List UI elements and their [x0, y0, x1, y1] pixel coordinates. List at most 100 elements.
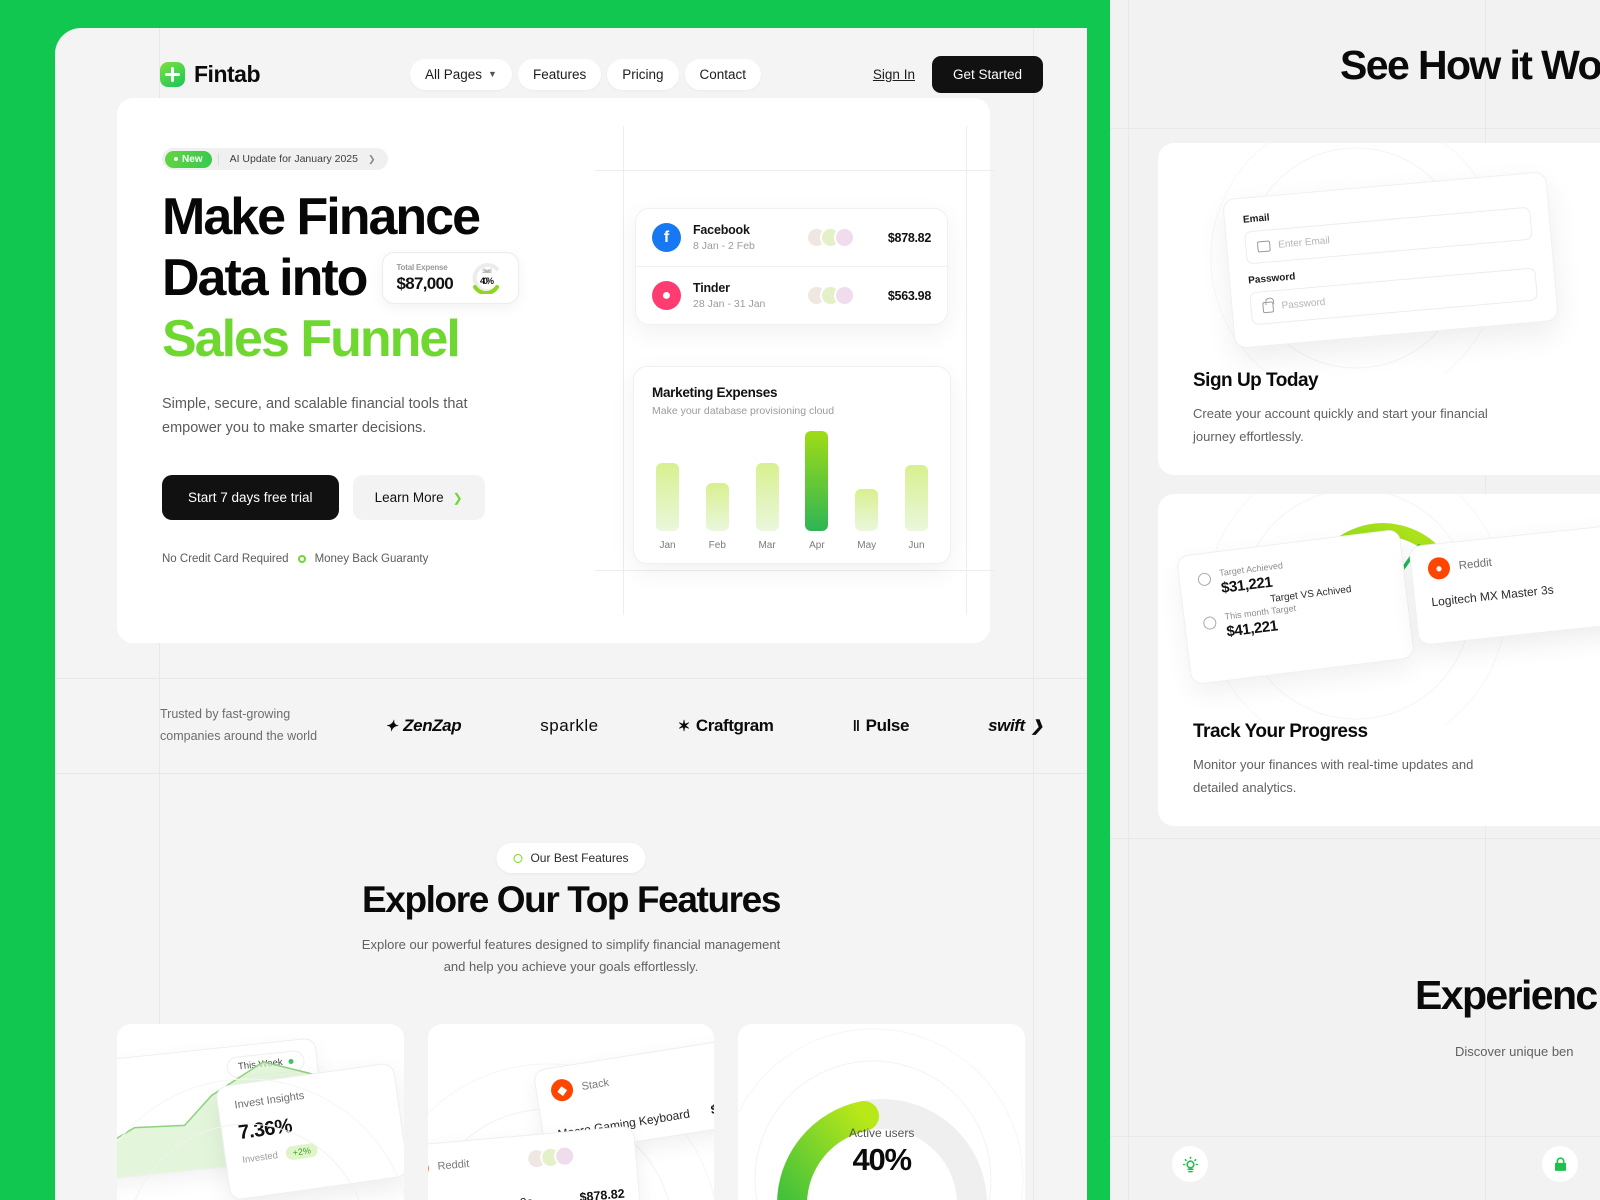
- avatar-group: [806, 285, 855, 306]
- reddit-item: Logitech MX Master 3s: [428, 1195, 533, 1200]
- money-back-text: Money Back Guaranty: [314, 553, 429, 566]
- signup-body-line2: journey effortlessly.: [1193, 428, 1304, 444]
- main-nav: All Pages ▼ Features Pricing Contact: [410, 58, 762, 90]
- how-it-works-title: See How it Wo: [1340, 42, 1600, 88]
- transaction-amount: $878.82: [887, 230, 931, 245]
- stack-name: Stack: [580, 1076, 610, 1093]
- nav-label: Contact: [699, 66, 747, 82]
- email-placeholder: Enter Email: [1277, 235, 1331, 251]
- nav-item-all-pages[interactable]: All Pages ▼: [410, 58, 512, 90]
- bar-label: Mar: [758, 540, 776, 551]
- start-free-trial-button[interactable]: Start 7 days free trial: [162, 475, 339, 521]
- nav-item-pricing[interactable]: Pricing: [607, 58, 679, 90]
- bar-label: Jun: [908, 540, 925, 551]
- progress-body-line2: detailed analytics.: [1193, 779, 1297, 795]
- features-title: Explore Our Top Features: [361, 879, 781, 920]
- reddit-header: ● Reddit: [1426, 534, 1600, 581]
- layout-guide: [966, 126, 967, 615]
- nav-item-features[interactable]: Features: [517, 58, 602, 90]
- logo-label: Pulse: [865, 716, 910, 735]
- signup-card-body: Create your account quickly and start yo…: [1193, 403, 1600, 449]
- target-icon: [1202, 615, 1218, 631]
- feature-card-transactions[interactable]: ◆ Stack Macro Gaming Keyboard $878.82 ● …: [427, 1024, 715, 1200]
- bar-column: [855, 489, 879, 531]
- bar-column: [805, 431, 829, 531]
- active-users-gauge: Active users 40%: [767, 1064, 997, 1200]
- announcement-pill[interactable]: New AI Update for January 2025 ❯: [162, 148, 388, 170]
- lock-icon-badge: [1542, 1146, 1578, 1182]
- target-summary-card: Target Achieved $31,221 This month Targe…: [1175, 528, 1416, 686]
- bar: [656, 463, 679, 531]
- layout-guide: [1110, 1136, 1600, 1137]
- saved-label: Saved: [482, 269, 492, 276]
- logo-zenzap: ✦ ZenZap: [385, 716, 462, 736]
- chart-subtitle: Make your database provisioning cloud: [652, 405, 835, 417]
- lightbulb-icon-badge: [1172, 1146, 1208, 1182]
- nav-item-contact[interactable]: Contact: [684, 58, 762, 90]
- avatar: [834, 285, 855, 306]
- trusted-by-strip: Trusted by fast-growing companies around…: [55, 678, 1087, 774]
- stack-icon: ◆: [549, 1077, 575, 1103]
- bar-column: [705, 483, 729, 531]
- brand-logo[interactable]: Fintab: [160, 60, 261, 88]
- lightbulb-icon: [1182, 1156, 1198, 1172]
- progress-card-body: Monitor your finances with real-time upd…: [1193, 754, 1600, 800]
- stack-amount: $878.82: [709, 1096, 715, 1118]
- logo-craftgram: ✶ Craftgram: [678, 716, 774, 736]
- signup-feature-card[interactable]: Email Enter Email Password Password Sign…: [1158, 143, 1600, 475]
- feature-card-insights[interactable]: This Week Invest Insights 7.36% Invested: [117, 1024, 404, 1200]
- stack-header: ◆ Stack: [549, 1072, 610, 1103]
- learn-more-button[interactable]: Learn More ❯: [352, 475, 485, 521]
- bar: [755, 463, 779, 531]
- transaction-name: Tinder: [693, 281, 730, 295]
- progress-card-heading: Track Your Progress: [1193, 721, 1368, 742]
- trusted-label-line1: Trusted by fast-growing: [160, 707, 291, 722]
- progress-body-line1: Monitor your finances with real-time upd…: [1193, 757, 1474, 772]
- bolt-icon: ✦: [385, 718, 398, 735]
- logo-label: swift: [988, 716, 1025, 735]
- dot-icon: [174, 157, 178, 161]
- brand-name: Fintab: [194, 60, 261, 87]
- reddit-body: Logitech MX Master 3s $878.82: [428, 1187, 625, 1200]
- layout-guide: [1128, 0, 1129, 1200]
- get-started-button[interactable]: Get Started: [931, 55, 1043, 93]
- reddit-icon: ●: [1426, 556, 1452, 581]
- progress-card-text: Track Your Progress Monitor your finance…: [1193, 721, 1600, 800]
- sign-in-link[interactable]: Sign In: [873, 67, 915, 82]
- fintab-logo-icon: [160, 61, 185, 87]
- feature-card-active-users[interactable]: Active users 40%: [738, 1024, 1026, 1200]
- marketing-expenses-card: Marketing Expenses Make your database pr…: [633, 366, 951, 564]
- reddit-name: Reddit: [1458, 556, 1493, 573]
- signup-body-line1: Create your account quickly and start yo…: [1193, 406, 1488, 421]
- expense-label: Total Expense: [396, 262, 448, 272]
- logo-swift: swift ❯: [988, 716, 1043, 736]
- active-users-value: 40%: [852, 1142, 912, 1177]
- nav-label: Features: [532, 66, 587, 82]
- layout-guide: [623, 126, 624, 615]
- logo-label: sparkle: [540, 716, 599, 735]
- layout-guide: [595, 570, 995, 571]
- hero-subtitle: Simple, secure, and scalable financial t…: [162, 396, 468, 437]
- active-users-label: Active users: [848, 1126, 915, 1140]
- total-expense-chip: Total Expense $87,000 Saved 40%: [382, 252, 520, 305]
- nav-label: Pricing: [622, 66, 664, 82]
- experience-subtitle: Discover unique ben: [1455, 1044, 1574, 1059]
- features-subtitle-line2: and help you achieve your goals effortle…: [443, 959, 699, 975]
- asterisk-icon: ✶: [677, 718, 691, 735]
- experience-title: Experienc: [1415, 972, 1598, 1018]
- transaction-date: 28 Jan - 31 Jan: [693, 298, 766, 310]
- chevron-right-icon: ❯: [1030, 718, 1044, 735]
- logo-label: Craftgram: [695, 716, 774, 735]
- screen: Fintab All Pages ▼ Features Pricing Cont…: [0, 0, 1600, 1200]
- progress-feature-card[interactable]: $00 24K Target Achieved $31,221 This mon…: [1158, 494, 1600, 826]
- halo-decoration: [117, 1078, 404, 1200]
- bar-column: [904, 465, 928, 531]
- expense-text: Total Expense $87,000: [396, 263, 453, 294]
- transaction-row[interactable]: ● Tinder 28 Jan - 31 Jan $563.98: [636, 266, 947, 324]
- layout-guide: [595, 170, 995, 171]
- best-features-chip: Our Best Features: [496, 843, 646, 873]
- avatar: [834, 227, 855, 248]
- signup-card-text: Sign Up Today Create your account quickl…: [1193, 370, 1600, 449]
- signup-form-mock: Email Enter Email Password Password: [1222, 171, 1559, 349]
- transaction-row[interactable]: f Facebook 8 Jan - 2 Feb $878.82: [636, 209, 947, 266]
